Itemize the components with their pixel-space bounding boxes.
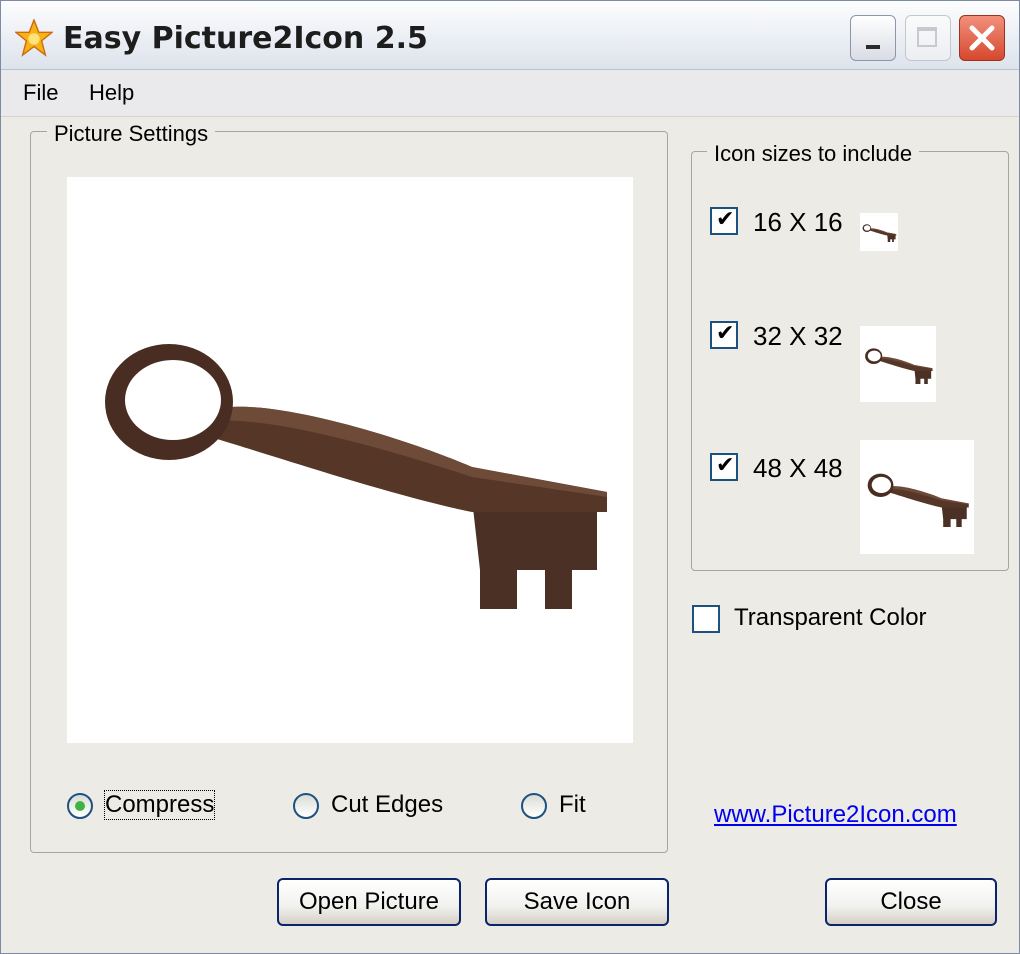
size-32-checkbox[interactable]: ✔ — [710, 321, 738, 349]
open-picture-button[interactable]: Open Picture — [277, 878, 461, 926]
cut-edges-label: Cut Edges — [331, 791, 444, 818]
picture-settings-legend: Picture Settings — [47, 121, 216, 147]
icon-preview-32 — [860, 326, 936, 402]
checkmark-icon: ✔ — [716, 453, 735, 478]
title-bar[interactable]: Easy Picture2Icon 2.5 — [1, 1, 1019, 70]
compress-radio[interactable]: Compress — [67, 790, 227, 825]
size-16-checkbox[interactable]: ✔ — [710, 207, 738, 235]
menu-help[interactable]: Help — [89, 80, 134, 106]
cut-edges-radio[interactable]: Cut Edges — [293, 791, 463, 825]
fit-radio[interactable]: Fit — [521, 791, 601, 825]
fit-radio-button[interactable] — [521, 793, 547, 819]
key-thumbnail-48 — [860, 440, 974, 554]
size-16-label: 16 X 16 — [753, 207, 843, 237]
compress-label: Compress — [103, 790, 216, 820]
icon-sizes-legend: Icon sizes to include — [707, 141, 920, 167]
size-48-checkbox[interactable]: ✔ — [710, 453, 738, 481]
website-link[interactable]: www.Picture2Icon.com — [714, 801, 957, 829]
minimize-button[interactable] — [850, 15, 896, 61]
close-button[interactable]: Close — [825, 878, 997, 926]
icon-preview-48 — [860, 440, 974, 554]
picture-preview — [67, 177, 633, 743]
key-thumbnail-16 — [860, 213, 898, 251]
cut-edges-radio-button[interactable] — [293, 793, 319, 819]
close-window-button[interactable] — [959, 15, 1005, 61]
size-32-label: 32 X 32 — [753, 321, 843, 351]
close-icon — [969, 25, 995, 51]
app-icon — [15, 19, 53, 57]
key-image — [67, 177, 633, 743]
maximize-icon — [917, 27, 937, 47]
size-48-label: 48 X 48 — [753, 453, 843, 483]
compress-radio-button[interactable] — [67, 793, 93, 819]
radio-selected-dot — [75, 801, 85, 811]
checkmark-icon: ✔ — [716, 321, 735, 346]
maximize-button[interactable] — [905, 15, 951, 61]
menu-bar: File Help — [1, 70, 1019, 117]
transparent-color-label[interactable]: Transparent Color — [734, 604, 927, 632]
minimize-icon — [866, 45, 880, 49]
checkmark-icon: ✔ — [716, 207, 735, 232]
transparent-color-checkbox[interactable] — [692, 605, 720, 633]
icon-preview-16 — [860, 213, 898, 251]
key-thumbnail-32 — [860, 326, 936, 402]
menu-file[interactable]: File — [23, 80, 58, 106]
app-window: Easy Picture2Icon 2.5 File Help Picture … — [0, 0, 1020, 954]
save-icon-button[interactable]: Save Icon — [485, 878, 669, 926]
window-title: Easy Picture2Icon 2.5 — [63, 21, 428, 56]
fit-label: Fit — [559, 791, 586, 818]
